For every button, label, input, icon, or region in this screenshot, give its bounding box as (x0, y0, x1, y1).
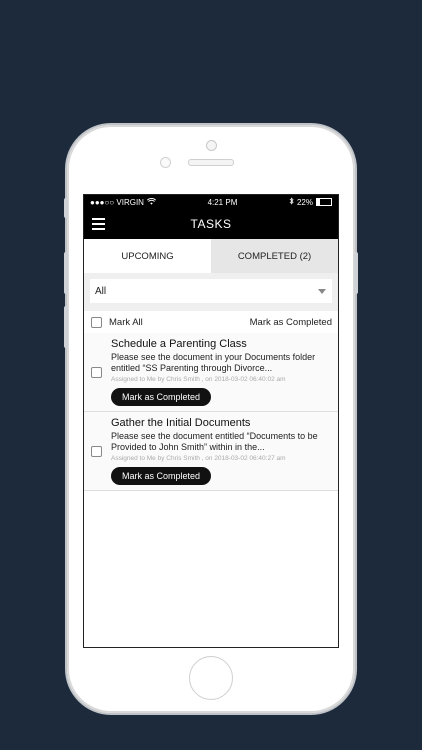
mark-all-checkbox[interactable] (91, 316, 102, 328)
mark-as-completed-button[interactable]: Mark as Completed (111, 388, 212, 406)
task-checkbox[interactable] (91, 366, 102, 378)
filter-dropdown[interactable]: All (90, 279, 332, 303)
clock: 4:21 PM (207, 197, 238, 207)
carrier-label: ●●●○○ VIRGIN (90, 197, 144, 207)
volume-up-button (64, 252, 68, 294)
tab-completed[interactable]: COMPLETED (2) (211, 239, 338, 273)
nav-bar: TASKS (84, 209, 338, 239)
task-checkbox[interactable] (91, 445, 102, 457)
mark-as-completed-button[interactable]: Mark as Completed (111, 467, 212, 485)
tab-upcoming[interactable]: UPCOMING (84, 239, 211, 273)
task-meta: Assigned to Me by Chris Smith , on 2018-… (111, 455, 286, 462)
proximity-sensor (160, 157, 171, 168)
task-title: Schedule a Parenting Class (111, 338, 247, 350)
mute-switch (64, 198, 68, 218)
task-item: Schedule a Parenting Class Please see th… (84, 333, 338, 412)
task-title: Gather the Initial Documents (111, 417, 251, 429)
mark-as-completed-link[interactable]: Mark as Completed (250, 317, 332, 328)
task-description: Please see the document entitled “Docume… (111, 431, 318, 452)
power-button (354, 252, 358, 294)
app-screen: ●●●○○ VIRGIN 4:21 PM 22% TASKS UPCOMING … (83, 194, 339, 648)
task-meta: Assigned to Me by Chris Smith , on 2018-… (111, 376, 286, 383)
status-bar: ●●●○○ VIRGIN 4:21 PM 22% (84, 195, 338, 209)
front-camera (206, 140, 217, 151)
battery-percent: 22% (296, 197, 313, 207)
bluetooth-icon (289, 197, 294, 207)
battery-icon (315, 198, 332, 206)
filter-section: All (84, 273, 338, 311)
task-tabs: UPCOMING COMPLETED (2) (84, 239, 338, 273)
hamburger-menu-icon[interactable] (92, 218, 105, 230)
mark-all-row: Mark All Mark as Completed (84, 311, 338, 333)
mark-all-label: Mark All (109, 316, 143, 328)
earpiece-speaker (188, 159, 234, 166)
page-title: TASKS (190, 217, 232, 231)
wifi-icon (146, 197, 156, 207)
chevron-down-icon (318, 288, 326, 294)
filter-selected-value: All (95, 285, 107, 297)
volume-down-button (64, 306, 68, 348)
home-button[interactable] (189, 656, 233, 700)
task-description: Please see the document in your Document… (111, 352, 316, 373)
task-item: Gather the Initial Documents Please see … (84, 412, 338, 491)
